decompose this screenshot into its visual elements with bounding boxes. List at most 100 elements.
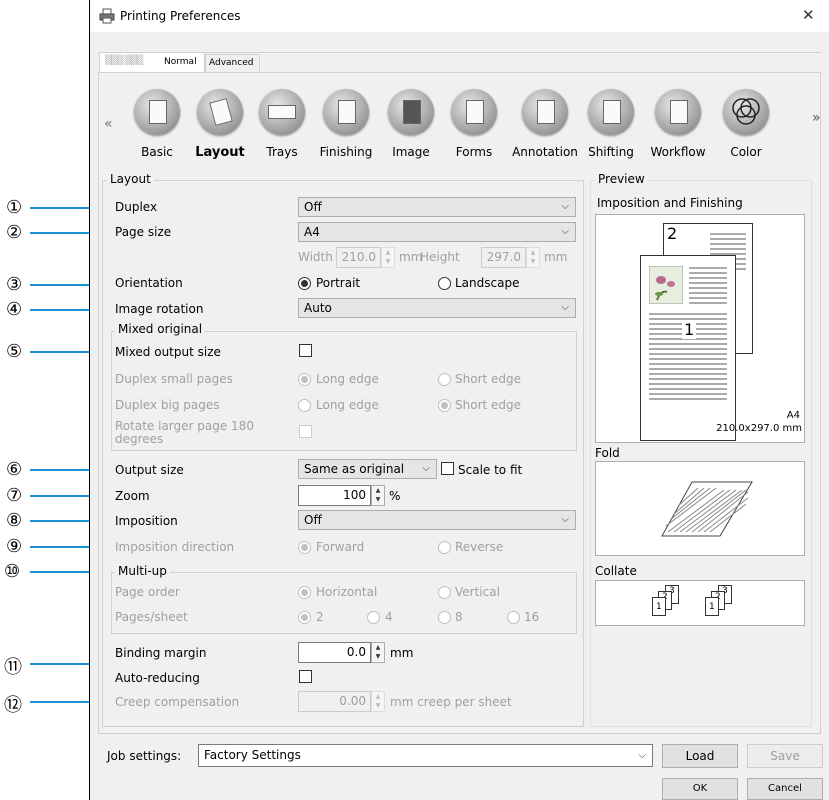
pages-16-label: 16 — [524, 610, 540, 624]
close-icon[interactable]: ✕ — [802, 6, 815, 24]
workflow-icon — [655, 89, 701, 135]
height-unit: mm — [544, 250, 568, 264]
portrait-radio[interactable] — [298, 277, 311, 290]
category-layout[interactable]: Layout — [189, 89, 251, 161]
page-front-number: 1 — [682, 320, 697, 339]
pages-16-radio[interactable] — [507, 611, 520, 624]
category-shifting[interactable]: Shifting — [580, 89, 642, 161]
duplex-small-short-radio[interactable] — [438, 373, 451, 386]
image-icon — [388, 89, 434, 135]
pages-8-label: 8 — [455, 610, 463, 624]
image-rotation-select[interactable]: Auto ⌵ — [298, 298, 576, 318]
category-trays[interactable]: Trays — [251, 89, 313, 161]
zoom-label: Zoom — [115, 489, 150, 503]
pages-8-radio[interactable] — [438, 611, 451, 624]
fold-preview — [595, 461, 805, 556]
chevron-down-icon: ⌵ — [422, 463, 430, 474]
fold-diagram — [661, 481, 753, 537]
height-label: Height — [420, 250, 460, 264]
ok-button[interactable]: OK — [662, 778, 738, 800]
binding-margin-input[interactable]: 0.0 — [298, 642, 371, 663]
callout-11: ⑪ — [4, 657, 22, 678]
save-button[interactable]: Save — [747, 744, 823, 768]
horizontal-label: Horizontal — [316, 585, 378, 599]
forward-radio[interactable] — [298, 541, 311, 554]
callout-12: ⑫ — [4, 695, 22, 716]
layout-icon — [197, 89, 243, 135]
duplex-small-short-label: Short edge — [455, 372, 522, 386]
zoom-spinner[interactable]: ▲ ▼ — [371, 485, 385, 506]
trays-icon — [259, 89, 305, 135]
tab-strip — [98, 52, 821, 53]
category-finishing[interactable]: Finishing — [315, 89, 377, 161]
vertical-radio[interactable] — [438, 586, 451, 599]
category-annotation[interactable]: Annotation — [510, 89, 580, 161]
creep-spinner[interactable]: ▲ ▼ — [371, 691, 385, 712]
callout-10: ⑩ — [4, 561, 21, 582]
title-bar: Printing Preferences ✕ — [90, 0, 829, 32]
chevron-down-icon: ⌵ — [561, 226, 569, 237]
tab-advanced-label: Advanced — [209, 58, 254, 68]
tab-normal-label: Normal — [164, 57, 197, 67]
category-basic[interactable]: Basic — [126, 89, 188, 161]
creep-input[interactable]: 0.00 — [298, 691, 371, 712]
reverse-radio[interactable] — [438, 541, 451, 554]
window-title: Printing Preferences — [120, 9, 241, 23]
tab-advanced[interactable]: Advanced — [205, 54, 260, 73]
duplex-label: Duplex — [115, 200, 158, 214]
pages-4-radio[interactable] — [367, 611, 380, 624]
carousel-next-button[interactable]: » — [812, 110, 821, 126]
collate-preview: 3 2 1 3 2 1 — [595, 580, 805, 626]
page-size-select[interactable]: A4 ⌵ — [298, 222, 576, 242]
output-size-select[interactable]: Same as original ⌵ — [298, 459, 437, 479]
basic-icon — [134, 89, 180, 135]
load-button[interactable]: Load — [662, 744, 738, 768]
duplex-big-short-label: Short edge — [455, 398, 522, 412]
scale-to-fit-checkbox[interactable] — [441, 462, 454, 475]
mixed-output-checkbox[interactable] — [299, 344, 312, 357]
landscape-label: Landscape — [455, 276, 520, 290]
cancel-button[interactable]: Cancel — [747, 778, 823, 800]
job-settings-select[interactable]: Factory Settings ⌵ — [198, 744, 653, 767]
callout-8: ⑧ — [6, 510, 23, 531]
duplex-big-short-radio[interactable] — [438, 399, 451, 412]
imposition-select[interactable]: Off ⌵ — [298, 510, 576, 530]
auto-reducing-checkbox[interactable] — [299, 670, 312, 683]
imposition-preview: 2 1 A4 210.0x297.0 mm — [595, 214, 805, 443]
duplex-big-long-radio[interactable] — [298, 399, 311, 412]
zoom-input[interactable]: 100 — [298, 485, 371, 506]
height-input[interactable]: 297.0 — [481, 247, 526, 268]
printer-icon — [99, 8, 115, 24]
layout-group-title: Layout — [107, 172, 154, 186]
category-color[interactable]: Color — [715, 89, 777, 161]
job-settings-label: Job settings: — [107, 749, 182, 763]
tab-normal[interactable]: ▒▒▒ ▒▒▒ Normal — [99, 52, 205, 73]
collate-set-2-page-1: 1 — [705, 597, 719, 616]
callout-5: ⑤ — [6, 341, 23, 362]
rotate-larger-checkbox[interactable] — [299, 425, 312, 438]
category-forms[interactable]: Forms — [443, 89, 505, 161]
category-workflow[interactable]: Workflow — [647, 89, 709, 161]
category-annotation-label: Annotation — [512, 145, 578, 159]
category-basic-label: Basic — [141, 145, 173, 159]
collate-set-1-page-1: 1 — [652, 597, 666, 616]
auto-reducing-label: Auto-reducing — [115, 671, 200, 685]
annotation-icon — [522, 89, 568, 135]
horizontal-radio[interactable] — [298, 586, 311, 599]
chevron-down-icon: ⌵ — [561, 302, 569, 313]
mixed-output-label: Mixed output size — [115, 345, 221, 359]
width-spinner[interactable]: ▲ ▼ — [381, 247, 395, 268]
height-spinner[interactable]: ▲ ▼ — [526, 247, 540, 268]
carousel-prev-button[interactable]: « — [104, 116, 113, 132]
width-input[interactable]: 210.0 — [336, 247, 381, 268]
vertical-label: Vertical — [455, 585, 500, 599]
mixed-original-title: Mixed original — [115, 322, 206, 336]
category-image[interactable]: Image — [380, 89, 442, 161]
duplex-select[interactable]: Off ⌵ — [298, 197, 576, 217]
landscape-radio[interactable] — [438, 277, 451, 290]
duplex-small-long-radio[interactable] — [298, 373, 311, 386]
binding-margin-spinner[interactable]: ▲ ▼ — [371, 642, 385, 663]
pages-2-radio[interactable] — [298, 611, 311, 624]
rotate-larger-label: Rotate larger page 180 — [115, 419, 254, 433]
paper-dims: 210.0x297.0 mm — [716, 423, 802, 434]
